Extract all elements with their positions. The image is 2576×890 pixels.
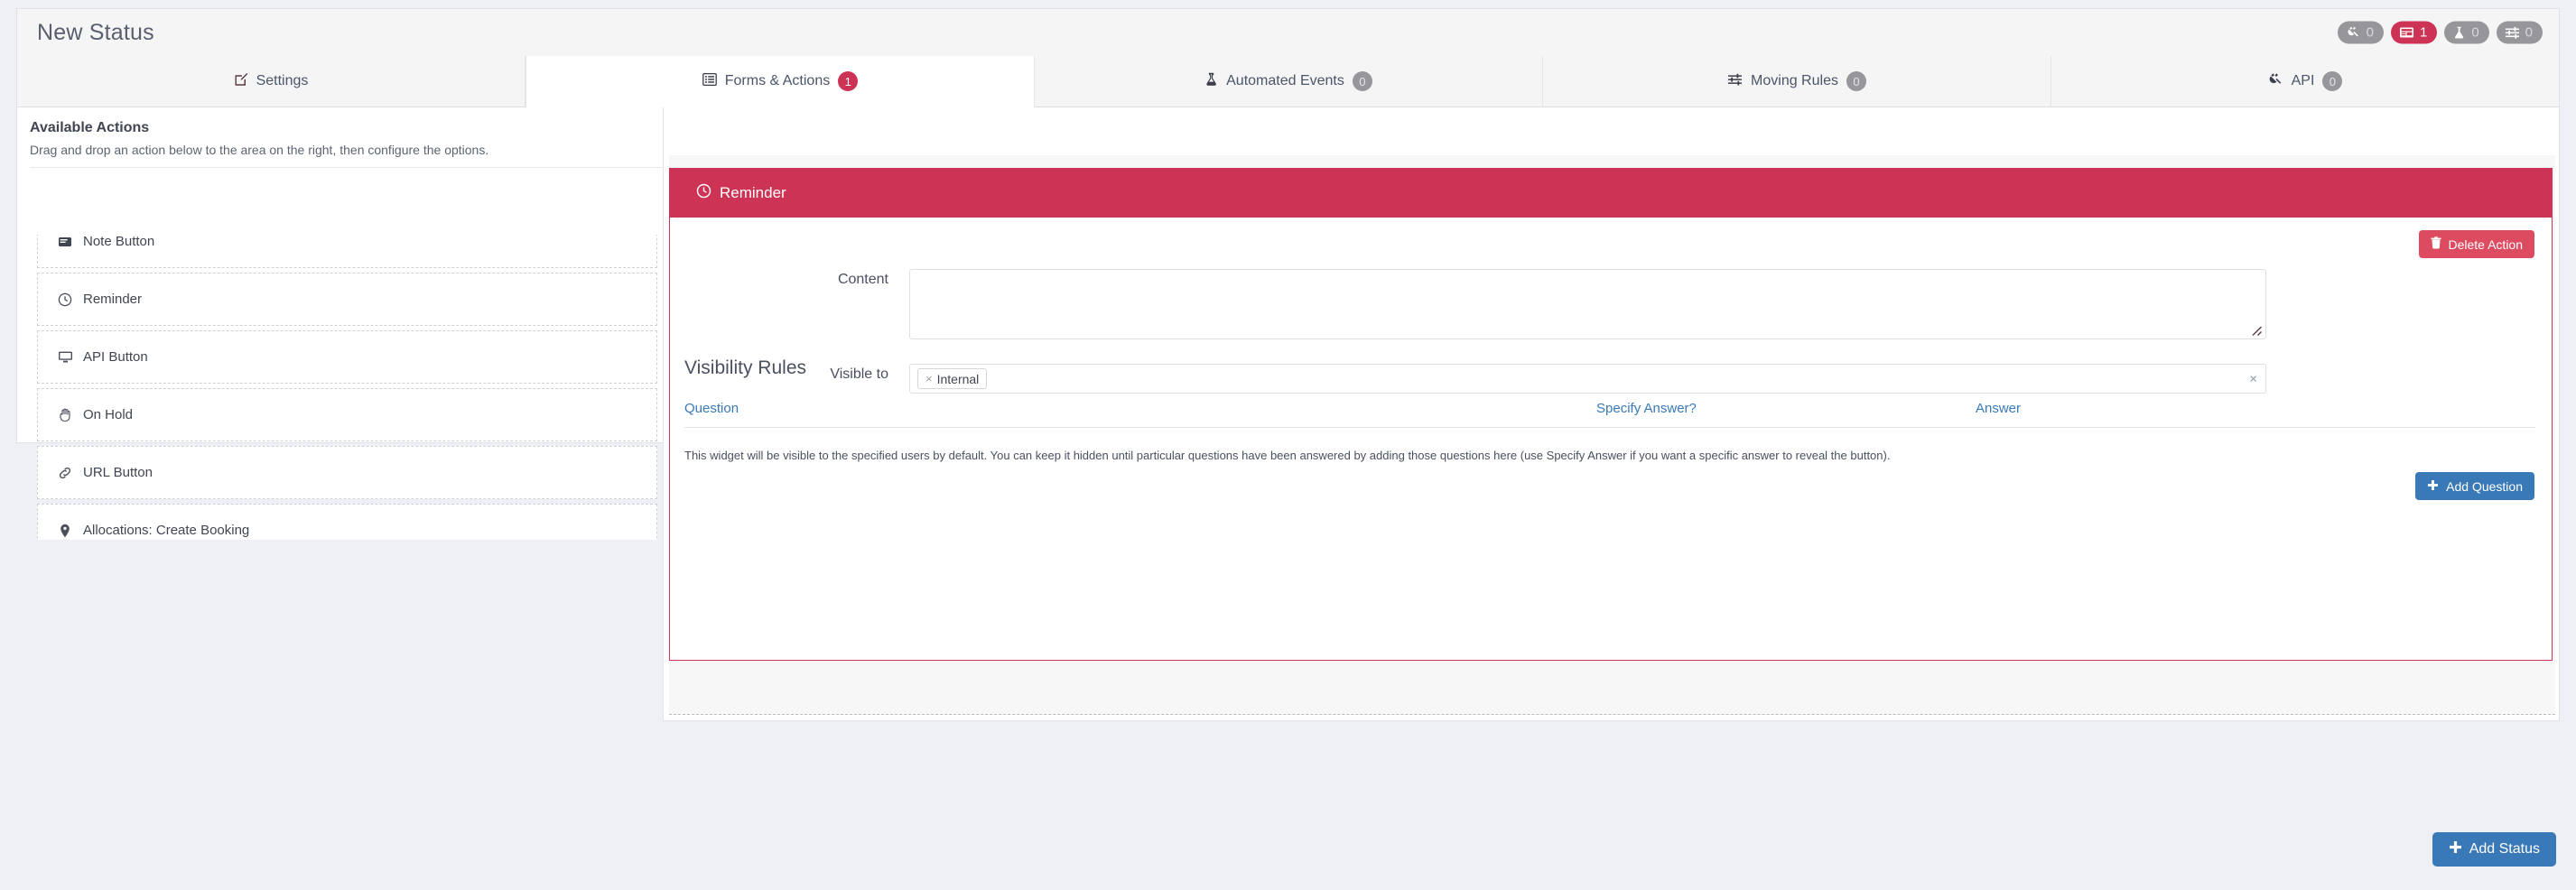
- clock-icon: [55, 292, 75, 307]
- token-label: Internal: [936, 371, 980, 386]
- tab-bar: Settings Forms & Actions 1 Automated Eve…: [16, 56, 2560, 107]
- column-header-question[interactable]: Question: [684, 401, 1596, 416]
- tab-label: Moving Rules: [1751, 73, 1838, 88]
- hand-icon: [55, 408, 75, 422]
- plus-icon: [2427, 479, 2439, 494]
- clock-icon: [696, 183, 711, 203]
- flask-icon: [2452, 26, 2466, 40]
- add-status-label: Add Status: [2469, 841, 2540, 857]
- sliders-icon: [2505, 26, 2520, 40]
- action-item-label: Note Button: [83, 235, 155, 249]
- action-item-label: API Button: [83, 349, 148, 365]
- header-badge-group: 0 1 0 0: [2337, 21, 2543, 44]
- visibility-rules-header-row: Question Specify Answer? Answer: [684, 401, 2535, 428]
- add-question-button[interactable]: Add Question: [2415, 472, 2534, 500]
- tab-badge: 0: [2322, 71, 2343, 91]
- delete-action-button[interactable]: Delete Action: [2418, 230, 2534, 258]
- clear-selection-icon[interactable]: ×: [2249, 372, 2257, 385]
- tab-badge: 0: [1352, 71, 1372, 91]
- token-remove-icon[interactable]: ×: [925, 372, 933, 385]
- tab-label: Automated Events: [1226, 73, 1344, 88]
- action-item-label: Allocations: Create Booking: [83, 523, 250, 538]
- page-title: New Status: [37, 19, 154, 45]
- add-question-label: Add Question: [2446, 478, 2523, 494]
- visibility-rules-table: Question Specify Answer? Answer: [684, 401, 2535, 428]
- header-badge-forms[interactable]: 1: [2390, 21, 2438, 44]
- tab-label: API: [2291, 73, 2315, 88]
- available-actions-panel: Available Actions Drag and drop an actio…: [16, 107, 711, 607]
- header-badge-count: 1: [2419, 24, 2428, 41]
- column-header-specify-answer[interactable]: Specify Answer?: [1596, 401, 1976, 416]
- header-badge-plug[interactable]: 0: [2337, 21, 2384, 44]
- content-form-row: Content: [670, 269, 2266, 339]
- content-label: Content: [837, 272, 888, 287]
- action-item-on-hold[interactable]: On Hold: [37, 388, 657, 441]
- footer-bar: [0, 816, 2576, 890]
- list-alt-icon: [702, 72, 717, 91]
- plug-icon: [2346, 26, 2361, 40]
- action-item-label: Reminder: [83, 292, 143, 307]
- header-badge-count: 0: [2471, 24, 2479, 41]
- available-actions-title: Available Actions: [30, 120, 150, 135]
- link-icon: [55, 466, 75, 480]
- add-status-button[interactable]: Add Status: [2432, 832, 2556, 867]
- tab-forms-actions[interactable]: Forms & Actions 1: [525, 56, 1035, 107]
- action-item-api-button[interactable]: API Button: [37, 330, 657, 384]
- header-badge-sliders[interactable]: 0: [2496, 21, 2543, 44]
- tab-label: Forms & Actions: [724, 73, 831, 88]
- action-item-url-button[interactable]: URL Button: [37, 446, 657, 499]
- action-item-label: On Hold: [83, 407, 134, 422]
- visibility-rules-title: Visibility Rules: [684, 357, 806, 378]
- divider: [30, 167, 698, 168]
- map-pin-icon: [55, 524, 75, 538]
- header-badge-count: 0: [2525, 24, 2533, 41]
- delete-action-label: Delete Action: [2448, 236, 2524, 252]
- header-badge-count: 0: [2366, 24, 2374, 41]
- column-header-answer[interactable]: Answer: [1976, 401, 2337, 416]
- reminder-action-card: Reminder Delete Action Content Visible t…: [669, 168, 2553, 661]
- plus-icon: [2449, 840, 2462, 858]
- desktop-icon: [55, 350, 75, 364]
- action-item-allocations-create-booking[interactable]: Allocations: Create Booking: [37, 504, 657, 540]
- tab-settings[interactable]: Settings: [17, 56, 525, 107]
- tab-automated-events[interactable]: Automated Events 0: [1035, 56, 1543, 107]
- tab-badge: 0: [1846, 71, 1866, 91]
- edit-square-icon: [234, 72, 248, 91]
- visibility-rules-help-text: This widget will be visible to the speci…: [684, 449, 1891, 462]
- window-title-bar: New Status 0 1 0 0: [16, 8, 2560, 56]
- available-actions-list: Note Button Reminder API Button On Hold: [37, 235, 694, 540]
- tab-moving-rules[interactable]: Moving Rules 0: [1543, 56, 2051, 107]
- action-item-reminder[interactable]: Reminder: [37, 273, 657, 326]
- tab-badge: 1: [838, 71, 859, 91]
- sliders-icon: [1727, 72, 1743, 91]
- action-item-note-button[interactable]: Note Button: [37, 235, 657, 268]
- action-item-label: URL Button: [83, 465, 153, 480]
- tab-api[interactable]: API 0: [2051, 56, 2559, 107]
- reminder-card-header: Reminder: [670, 169, 2552, 218]
- available-actions-subtitle: Drag and drop an action below to the are…: [30, 143, 489, 157]
- note-icon: [55, 236, 75, 248]
- form-icon: [2399, 26, 2414, 40]
- reminder-card-body: Delete Action Content Visible to × Inter…: [670, 218, 2552, 660]
- token-internal[interactable]: × Internal: [917, 368, 988, 389]
- tab-label: Settings: [256, 73, 309, 88]
- trash-icon: [2430, 236, 2441, 252]
- visible-to-form-row: Visible to × Internal ×: [670, 364, 2266, 394]
- flask-icon: [1204, 72, 1218, 91]
- resize-handle-icon[interactable]: [2248, 322, 2263, 337]
- header-badge-flask[interactable]: 0: [2444, 21, 2489, 44]
- visible-to-select[interactable]: × Internal ×: [909, 364, 2266, 394]
- reminder-card-title: Reminder: [720, 184, 786, 201]
- content-textarea[interactable]: [909, 269, 2266, 339]
- plug-icon: [2268, 72, 2283, 91]
